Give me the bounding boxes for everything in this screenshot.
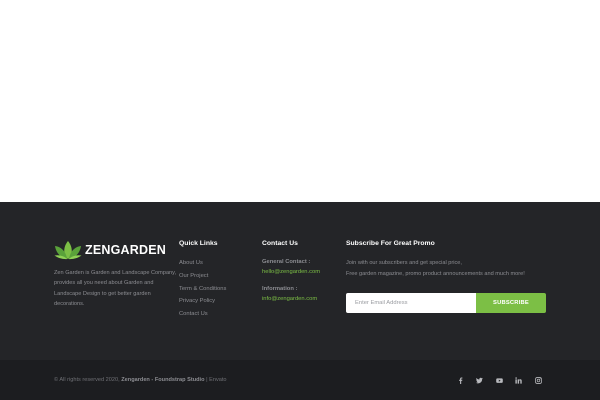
subscribe-description-line-2: Free garden magazine, promo product anno… xyxy=(346,271,525,277)
quick-link-terms[interactable]: Term & Conditions xyxy=(179,285,226,298)
instagram-icon xyxy=(534,376,542,384)
brand-logo[interactable]: ZENGARDEN xyxy=(54,240,166,260)
quick-links-title: Quick Links xyxy=(179,240,218,247)
youtube-link[interactable] xyxy=(494,375,504,385)
subscribe-button[interactable]: SUBSCRIBE xyxy=(476,293,546,313)
linkedin-icon xyxy=(515,376,522,384)
twitter-link[interactable] xyxy=(475,375,485,385)
copyright-studio-link[interactable]: Zengarden - Foundstrap Studio xyxy=(121,377,204,383)
subscribe-description-line-1: Join with our subscribers and get specia… xyxy=(346,260,462,266)
twitter-icon xyxy=(476,377,483,383)
quick-link-contact-us[interactable]: Contact Us xyxy=(179,310,226,323)
linkedin-link[interactable] xyxy=(514,375,524,385)
social-links xyxy=(455,375,553,385)
subscribe-description: Join with our subscribers and get specia… xyxy=(346,258,566,280)
copyright-vendor-link[interactable]: Envato xyxy=(209,377,226,383)
instagram-link[interactable] xyxy=(533,375,543,385)
subscribe-title: Subscribe For Great Promo xyxy=(346,240,435,247)
information-email-link[interactable]: info@zengarden.com xyxy=(262,296,317,302)
general-contact-label: General Contact : xyxy=(262,259,311,265)
quick-link-our-project[interactable]: Our Project xyxy=(179,272,226,285)
subscribe-form: SUBSCRIBE xyxy=(346,293,546,313)
copyright: © All rights reserved 2020, Zengarden - … xyxy=(54,377,227,383)
copyright-separator: | xyxy=(206,377,208,383)
information-label: Information : xyxy=(262,286,298,292)
about-text: Zen Garden is Garden and Landscape Compa… xyxy=(54,270,177,307)
email-input[interactable] xyxy=(346,293,476,313)
page-content-area xyxy=(0,0,600,202)
general-contact-email-link[interactable]: hello@zengarden.com xyxy=(262,269,320,275)
copyright-prefix: © All rights reserved 2020, xyxy=(54,377,120,383)
brand-name: ZENGARDEN xyxy=(85,243,166,257)
quick-links-list: About Us Our Project Term & Conditions P… xyxy=(179,259,226,323)
quick-link-privacy-policy[interactable]: Privacy Policy xyxy=(179,297,226,310)
leaf-logo-icon xyxy=(54,241,82,260)
facebook-link[interactable] xyxy=(455,375,465,385)
contact-title: Contact Us xyxy=(262,240,298,247)
quick-link-about-us[interactable]: About Us xyxy=(179,259,226,272)
youtube-icon xyxy=(495,377,503,383)
facebook-icon xyxy=(458,376,462,384)
